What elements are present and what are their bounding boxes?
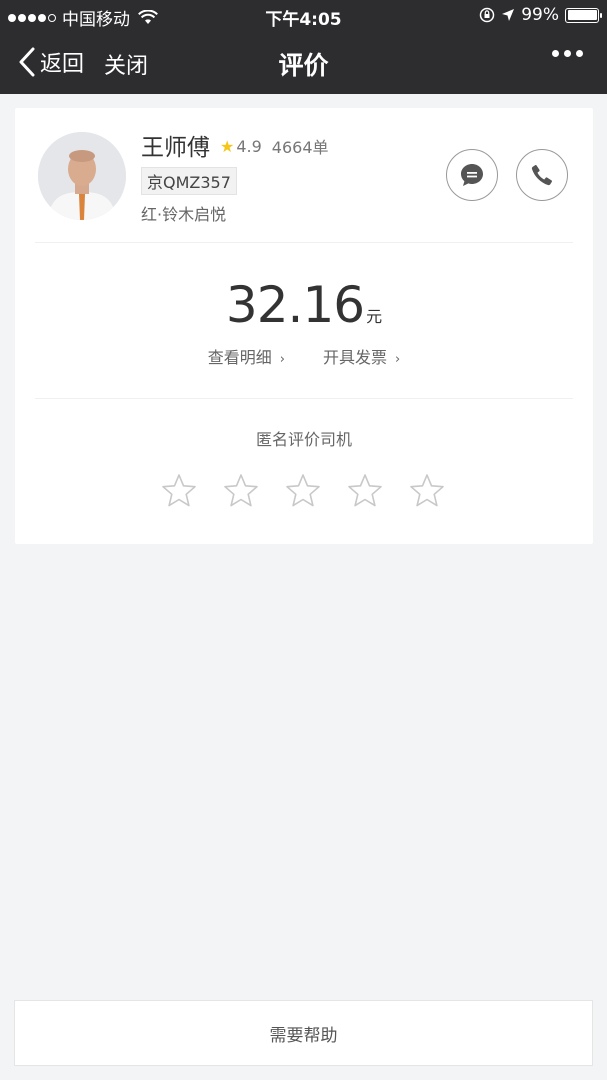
view-details-label: 查看明细 — [207, 348, 272, 367]
star-1[interactable] — [161, 473, 197, 509]
issue-invoice-label: 开具发票 — [323, 348, 388, 367]
issue-invoice-link[interactable]: 开具发票 › — [323, 344, 400, 368]
message-icon — [461, 164, 483, 186]
status-right: 99% — [479, 5, 602, 25]
star-2[interactable] — [223, 473, 259, 509]
rating-stars — [161, 473, 445, 509]
fare-amount: 32.16 元 — [15, 276, 593, 334]
trip-card: 王师傅 ★ 4.9 4664单 京QMZ357 红·铃木启悦 32.16 元 查看… — [15, 108, 593, 544]
fare-links: 查看明细 › 开具发票 › — [15, 344, 593, 368]
review-prompt: 匿名评价司机 — [255, 430, 352, 449]
call-button[interactable] — [516, 149, 568, 201]
license-plate: 京QMZ357 — [141, 167, 237, 195]
fare-value: 32.16 — [225, 276, 365, 334]
star-4[interactable] — [347, 473, 383, 509]
lock-rotation-icon — [479, 7, 495, 23]
help-button[interactable]: 需要帮助 — [14, 1000, 593, 1066]
driver-rating: ★ 4.9 4664单 — [220, 134, 329, 158]
phone-icon — [531, 165, 552, 186]
star-icon: ★ — [220, 136, 235, 156]
top-bar: 中国移动 下午4:05 99% 返回 关闭 评价 — [0, 0, 607, 94]
view-details-link[interactable]: 查看明细 › — [208, 344, 285, 368]
page-title: 评价 — [278, 51, 329, 80]
battery-icon — [565, 7, 602, 23]
message-button[interactable] — [446, 149, 498, 201]
fare-unit: 元 — [366, 307, 383, 326]
location-arrow-icon — [502, 9, 515, 21]
driver-avatar — [38, 132, 126, 220]
divider — [35, 398, 573, 399]
chevron-right-icon: › — [279, 352, 285, 367]
chevron-right-icon: › — [395, 352, 401, 367]
navigation-bar: 返回 关闭 评价 — [0, 36, 607, 88]
order-count: 4664单 — [271, 138, 329, 157]
star-5[interactable] — [409, 473, 445, 509]
status-bar: 中国移动 下午4:05 99% — [0, 0, 607, 30]
driver-photo — [38, 132, 126, 220]
battery-percent: 99% — [521, 5, 559, 25]
more-icon[interactable] — [552, 50, 583, 57]
divider — [35, 242, 573, 243]
star-3[interactable] — [285, 473, 321, 509]
rating-value: 4.9 — [236, 136, 262, 156]
driver-name: 王师傅 — [141, 135, 210, 161]
car-info: 红·铃木启悦 — [141, 205, 227, 224]
